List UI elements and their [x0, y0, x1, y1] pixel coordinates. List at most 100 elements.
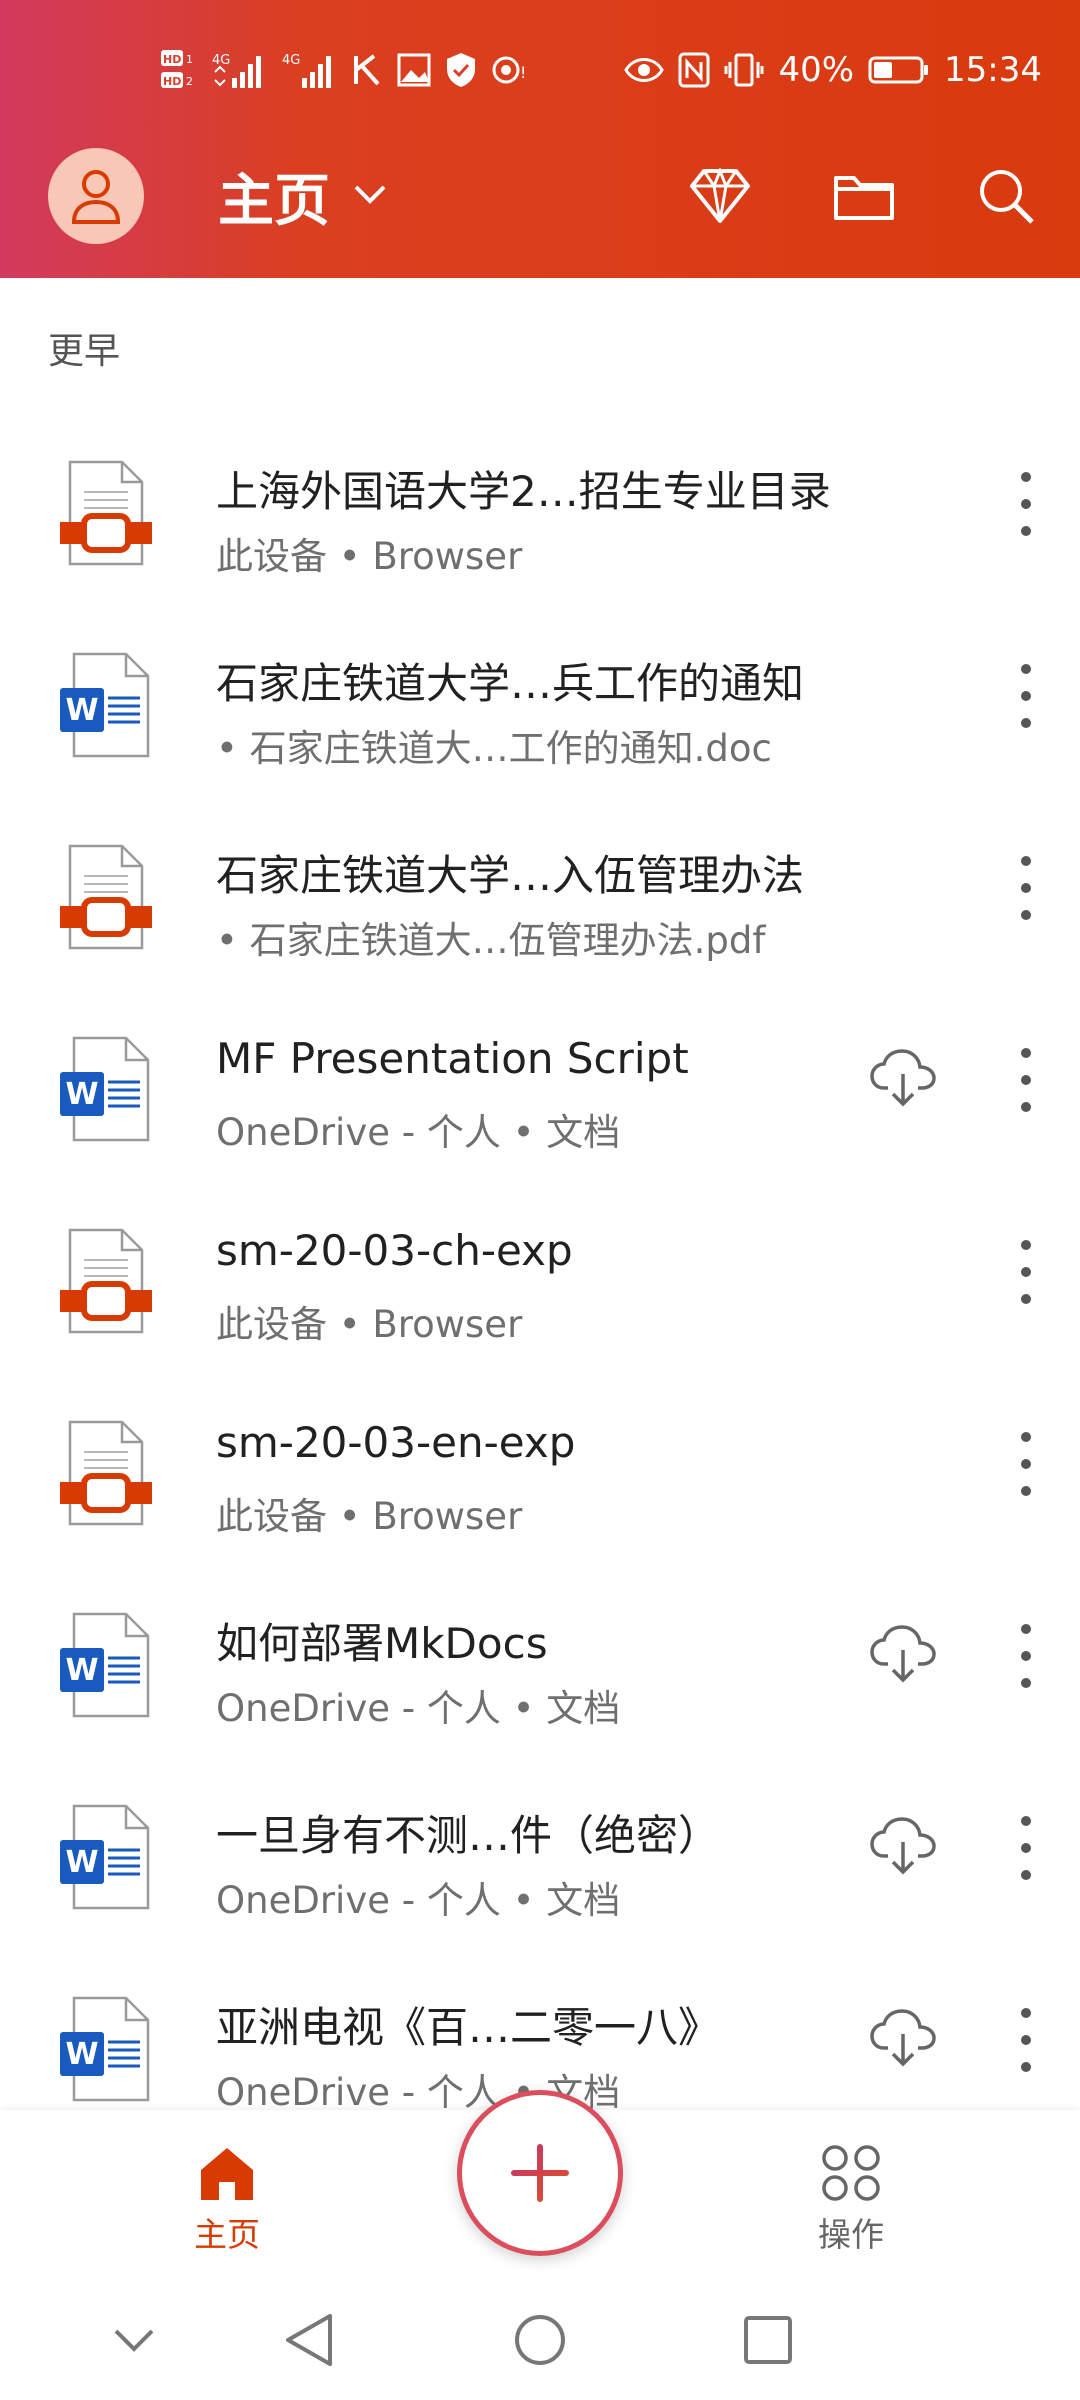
home-icon: [201, 2148, 253, 2200]
tab-home[interactable]: 主页: [142, 2144, 312, 2256]
battery-icon: [868, 55, 930, 85]
create-new-button[interactable]: [457, 2090, 623, 2256]
file-row[interactable]: sm-20-03-ch-exp 此设备 • Browser: [0, 1188, 1080, 1380]
file-row[interactable]: 上海外国语大学2…招生专业目录此设备 • Browser: [0, 420, 1080, 612]
svg-text:!: !: [520, 63, 526, 82]
clock: 15:34: [944, 50, 1042, 90]
status-bar: HD 1 HD 2 4G 4G ! 40% 15:34: [0, 0, 1080, 140]
nfc-icon: [678, 52, 710, 88]
more-options-button[interactable]: [1000, 1620, 1052, 1692]
more-vertical-icon: [1021, 1624, 1031, 1634]
signal-1-icon: 4G: [212, 50, 270, 90]
svg-text:W: W: [65, 1653, 98, 1688]
eye-icon: [624, 55, 665, 85]
home-circle-icon: [515, 2315, 565, 2365]
more-options-button[interactable]: [1000, 1428, 1052, 1500]
file-name: MF Presentation Script: [216, 1034, 689, 1083]
location-switcher[interactable]: 主页: [218, 154, 388, 238]
pdf-file-icon: [56, 1418, 156, 1528]
file-location: OneDrive - 个人 • 文档: [216, 1111, 621, 1154]
more-vertical-icon: [1021, 472, 1031, 482]
pdf-file-icon: [56, 458, 156, 568]
svg-text:4G: 4G: [282, 53, 300, 68]
folder-icon: [834, 176, 894, 220]
file-location: OneDrive - 个人 • 文档: [216, 1687, 621, 1730]
svg-text:2: 2: [186, 75, 193, 88]
file-name: sm-20-03-ch-exp: [216, 1226, 573, 1275]
svg-text:W: W: [65, 1077, 98, 1112]
back-button[interactable]: [278, 2308, 342, 2372]
tab-actions[interactable]: 操作: [766, 2144, 936, 2256]
more-options-button[interactable]: [1000, 468, 1052, 540]
tab-actions-label: 操作: [818, 2215, 884, 2254]
file-name: 上海外国语大学2…招生专业目录: [216, 467, 831, 516]
app-bar: 主页: [0, 140, 1080, 278]
app-notification-icon: [352, 52, 384, 88]
account-avatar[interactable]: [48, 148, 144, 244]
file-location: OneDrive - 个人 • 文档: [216, 1879, 621, 1922]
pdf-file-icon: [56, 1226, 156, 1336]
word-file-icon: W: [56, 1610, 156, 1720]
search-button[interactable]: [968, 158, 1044, 234]
file-row[interactable]: W 石家庄铁道大学…兵工作的通知 • 石家庄铁道大…工作的通知.doc: [0, 612, 1080, 804]
pdf-file-icon: [56, 842, 156, 952]
svg-text:1: 1: [186, 53, 193, 66]
page-title: 主页: [218, 168, 330, 234]
svg-text:W: W: [65, 693, 98, 728]
file-location: 此设备 • Browser: [216, 1495, 523, 1538]
word-file-icon: W: [56, 1994, 156, 2104]
more-options-button[interactable]: [1000, 1812, 1052, 1884]
home-nav-button[interactable]: [508, 2308, 572, 2372]
more-vertical-icon: [1021, 1240, 1031, 1250]
app-header: HD 1 HD 2 4G 4G ! 40% 15:34 主页: [0, 0, 1080, 278]
file-location: 此设备 • Browser: [216, 535, 523, 578]
svg-text:4G: 4G: [212, 53, 230, 68]
file-name: 石家庄铁道大学…兵工作的通知: [216, 659, 805, 708]
file-row[interactable]: W MF Presentation Script OneDrive - 个人 • 文…: [0, 996, 1080, 1188]
file-name: 石家庄铁道大学…入伍管理办法: [216, 851, 805, 900]
more-options-button[interactable]: [1000, 852, 1052, 924]
file-location: • 石家庄铁道大…伍管理办法.pdf: [216, 919, 766, 962]
status-right: 40% 15:34: [624, 40, 1042, 100]
more-vertical-icon: [1021, 856, 1031, 866]
status-left: HD 1 HD 2 4G 4G !: [160, 40, 530, 100]
svg-text:W: W: [65, 1845, 98, 1880]
cloud-download-icon[interactable]: [870, 1624, 936, 1684]
back-triangle-icon: [286, 2314, 332, 2366]
more-vertical-icon: [1021, 664, 1031, 674]
more-options-button[interactable]: [1000, 660, 1052, 732]
tab-home-label: 主页: [194, 2215, 260, 2254]
cloud-download-icon[interactable]: [870, 2008, 936, 2068]
open-folder-button[interactable]: [826, 158, 902, 234]
diamond-icon: [690, 168, 750, 223]
vibrate-icon: [724, 52, 764, 88]
hide-nav-button[interactable]: [102, 2308, 166, 2372]
svg-text:HD: HD: [163, 75, 181, 88]
hotspot-icon: !: [490, 52, 530, 88]
premium-button[interactable]: [682, 158, 758, 234]
file-row[interactable]: 石家庄铁道大学…入伍管理办法 • 石家庄铁道大…伍管理办法.pdf: [0, 804, 1080, 996]
file-name: 一旦身有不测…件（绝密）: [216, 1811, 721, 1860]
file-row[interactable]: W 一旦身有不测…件（绝密） OneDrive - 个人 • 文档: [0, 1764, 1080, 1956]
cloud-download-icon[interactable]: [870, 1048, 936, 1108]
more-options-button[interactable]: [1000, 1236, 1052, 1308]
recents-button[interactable]: [736, 2308, 800, 2372]
more-vertical-icon: [1021, 1048, 1031, 1058]
signal-2-icon: 4G: [282, 50, 340, 90]
user-icon: [71, 170, 121, 224]
recents-square-icon: [744, 2316, 792, 2364]
battery-percent: 40%: [778, 50, 855, 90]
svg-text:HD: HD: [163, 53, 181, 66]
section-heading: 更早: [48, 331, 121, 372]
more-vertical-icon: [1021, 1816, 1031, 1826]
more-vertical-icon: [1021, 2008, 1031, 2018]
file-row[interactable]: sm-20-03-en-exp 此设备 • Browser: [0, 1380, 1080, 1572]
more-vertical-icon: [1021, 1432, 1031, 1442]
more-options-button[interactable]: [1000, 1044, 1052, 1116]
file-row[interactable]: W 如何部署MkDocs OneDrive - 个人 • 文档: [0, 1572, 1080, 1764]
file-name: 如何部署MkDocs: [216, 1619, 548, 1668]
cloud-download-icon[interactable]: [870, 1816, 936, 1876]
search-icon: [980, 170, 1034, 224]
hd-badge-icon: HD 1 HD 2: [160, 48, 200, 92]
more-options-button[interactable]: [1000, 2004, 1052, 2076]
